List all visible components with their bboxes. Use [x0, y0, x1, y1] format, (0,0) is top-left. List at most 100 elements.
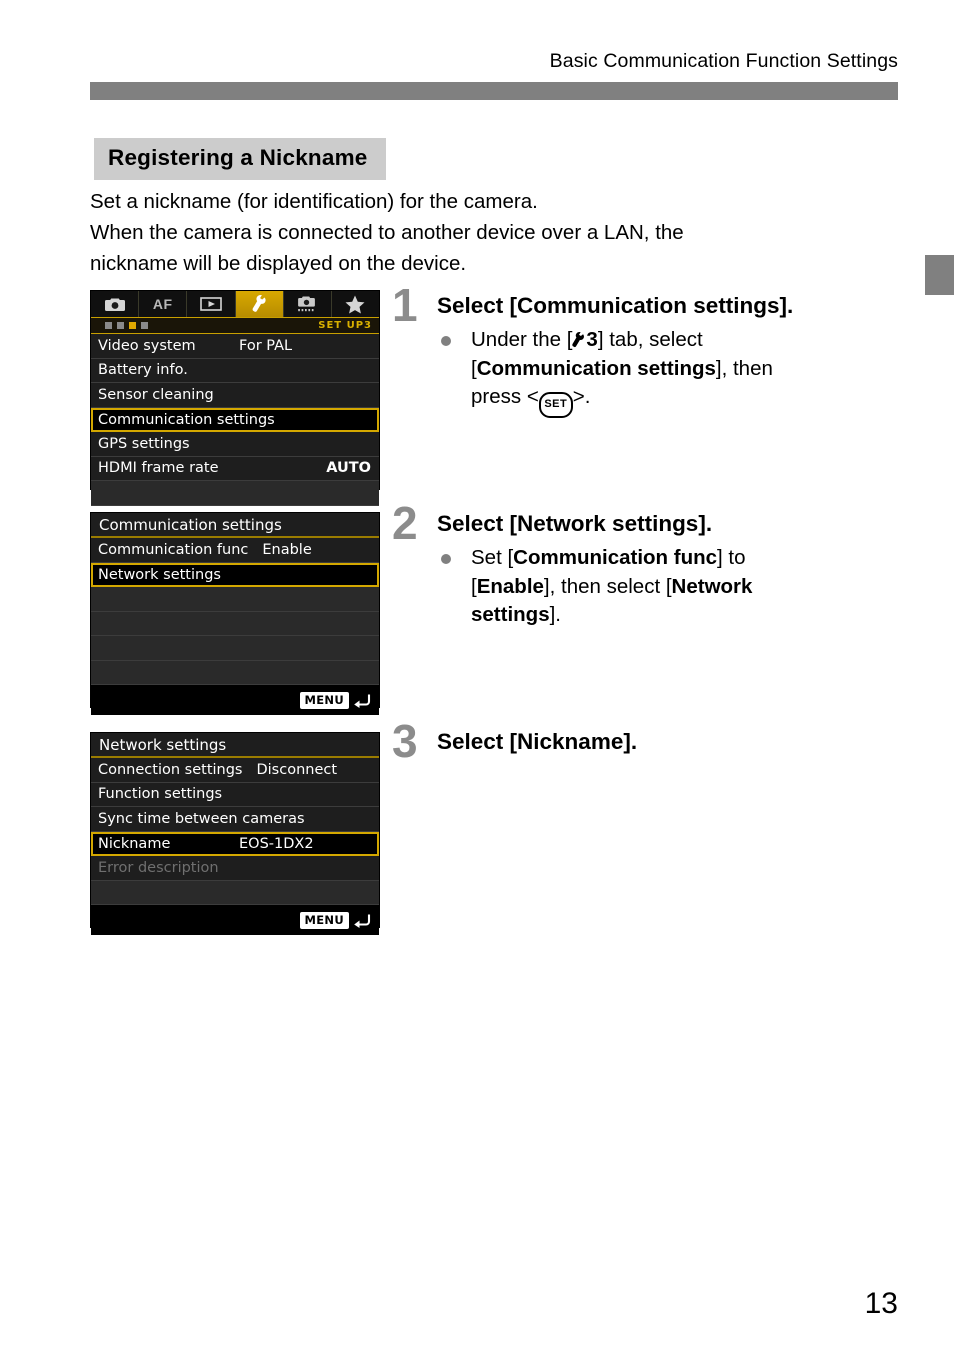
menu-row-blank — [91, 660, 379, 685]
menu-row-label: HDMI frame rate — [98, 460, 219, 477]
set-button-icon: SET — [538, 392, 573, 418]
bullet-icon — [441, 554, 451, 564]
menu-row-nickname[interactable]: Nickname EOS-1DX2 — [91, 831, 379, 856]
step-2: 2 Select [Network settings]. Set [Commun… — [392, 500, 902, 630]
menu-row-label: Sync time between cameras — [98, 810, 305, 827]
menu-row-sensor-cleaning[interactable]: Sensor cleaning — [91, 383, 379, 408]
menu-button-chip[interactable]: MENU — [299, 911, 349, 929]
step-2-number: 2 — [392, 497, 418, 549]
step-2-title: Select [Network settings]. — [437, 511, 713, 536]
menu-row-battery-info[interactable]: Battery info. — [91, 358, 379, 383]
setup-tab[interactable] — [235, 291, 284, 317]
shooting-tab[interactable] — [91, 291, 140, 317]
playback-tab[interactable] — [187, 291, 236, 317]
bullet-icon — [441, 336, 451, 346]
page-dot-2 — [117, 322, 124, 329]
menu-row-label: Communication settings — [98, 411, 275, 428]
menu-row-value: For PAL — [239, 337, 293, 354]
menu-row-label: Function settings — [98, 786, 223, 803]
menu-row-value: EOS-1DX2 — [239, 835, 314, 852]
step-3-title: Select [Nickname]. — [437, 729, 638, 754]
step-2-text-a: Set [ — [471, 546, 514, 569]
menu-row-label: Connection settings — [98, 761, 243, 778]
menu-row-blank — [91, 611, 379, 636]
menu-row-list: Connection settings Disconnect Function … — [91, 758, 379, 905]
page-dot-3 — [129, 322, 136, 329]
page-dot-4 — [141, 322, 148, 329]
menu-row-list: Communication func Enable Network settin… — [91, 538, 379, 685]
custom-functions-tab[interactable] — [284, 291, 332, 317]
menu-row-communication-func[interactable]: Communication func Enable — [91, 538, 379, 563]
running-head: Basic Communication Function Settings — [549, 50, 898, 72]
screen-menu-bar: MENU — [91, 685, 379, 715]
wrench-icon — [572, 332, 585, 349]
header-rule — [90, 82, 898, 100]
menu-row-error-description: Error description — [91, 856, 379, 881]
screen-title: Network settings — [91, 733, 379, 758]
menu-row-label: GPS settings — [98, 435, 190, 452]
menu-page-dots: SET UP3 — [91, 317, 379, 334]
menu-row-label: Sensor cleaning — [98, 386, 214, 403]
step-2-body: Set [Communication func] to [Enable], th… — [437, 544, 902, 630]
menu-row-value: Disconnect — [256, 761, 338, 778]
menu-row-blank — [91, 587, 379, 612]
screen-title: Communication settings — [91, 513, 379, 538]
menu-row-label: Communication func — [98, 541, 249, 558]
camera-menu-screen-setup3: AF SET UP3 Video system For PAL Battery — [90, 290, 380, 506]
section-heading: Registering a Nickname — [94, 138, 386, 180]
camera-screen-network-settings: Network settings Connection settings Dis… — [90, 732, 380, 935]
wrench-icon — [252, 294, 266, 312]
menu-row-blank — [91, 880, 379, 905]
return-arrow-icon — [354, 694, 371, 708]
menu-row-connection-settings[interactable]: Connection settings Disconnect — [91, 758, 379, 783]
return-arrow-icon — [354, 914, 371, 928]
step-1-text-b: ] tab, select — [597, 328, 703, 351]
step-2-text-e: ], then select [ — [543, 574, 672, 598]
menu-row-value: Enable — [262, 541, 312, 558]
my-menu-tab[interactable] — [332, 291, 379, 317]
step-1-text-d: ], then — [715, 356, 773, 380]
step-2-text-g: settings — [471, 603, 550, 626]
camera-cfn-icon — [298, 296, 316, 312]
menu-row-network-settings[interactable]: Network settings — [91, 562, 379, 587]
step-1-text-a: Under the [ — [471, 328, 573, 351]
menu-row-blank — [91, 636, 379, 661]
menu-row-label: Nickname — [98, 835, 171, 852]
step-1-tab-number: 3 — [586, 328, 598, 351]
menu-row-blank — [91, 481, 379, 506]
step-3: 3 Select [Nickname]. — [392, 718, 902, 764]
menu-button-chip[interactable]: MENU — [299, 691, 349, 709]
screen-menu-bar: MENU — [91, 905, 379, 935]
af-tab-label: AF — [152, 296, 173, 312]
menu-row-label: Network settings — [98, 566, 221, 583]
menu-row-value: AUTO — [326, 460, 371, 477]
intro-line-1: Set a nickname (for identification) for … — [90, 190, 538, 213]
af-tab[interactable]: AF — [139, 291, 188, 317]
step-1-text-f: >. — [572, 385, 591, 408]
step-2-text-b: Communication func — [513, 546, 718, 569]
step-2-text-h: ]. — [549, 603, 562, 626]
step-1-text-e: press < — [471, 385, 539, 408]
menu-row-sync-time[interactable]: Sync time between cameras — [91, 807, 379, 832]
step-1-number: 1 — [392, 279, 418, 331]
menu-row-label: Error description — [98, 859, 219, 876]
edge-tab-marker — [925, 255, 954, 295]
step-1: 1 Select [Communication settings]. Under… — [392, 282, 902, 418]
play-icon — [200, 297, 222, 311]
menu-row-communication-settings[interactable]: Communication settings — [91, 407, 379, 432]
intro-line-3: nickname will be displayed on the device… — [90, 252, 467, 275]
menu-row-hdmi-frame-rate[interactable]: HDMI frame rate AUTO — [91, 456, 379, 481]
step-2-text-d: Enable — [476, 574, 544, 598]
menu-row-list: Video system For PAL Battery info. Senso… — [91, 334, 379, 506]
menu-row-function-settings[interactable]: Function settings — [91, 782, 379, 807]
camera-screen-communication-settings: Communication settings Communication fun… — [90, 512, 380, 715]
menu-row-label: Battery info. — [98, 362, 188, 379]
menu-row-video-system[interactable]: Video system For PAL — [91, 334, 379, 359]
step-1-text-c: Communication settings — [476, 356, 716, 380]
step-2-text-c: ] to — [717, 546, 746, 569]
intro-line-2: When the camera is connected to another … — [90, 221, 684, 244]
page-dot-1 — [105, 322, 112, 329]
menu-row-gps-settings[interactable]: GPS settings — [91, 432, 379, 457]
star-icon — [345, 295, 365, 313]
setup-page-label: SET UP3 — [318, 320, 372, 331]
